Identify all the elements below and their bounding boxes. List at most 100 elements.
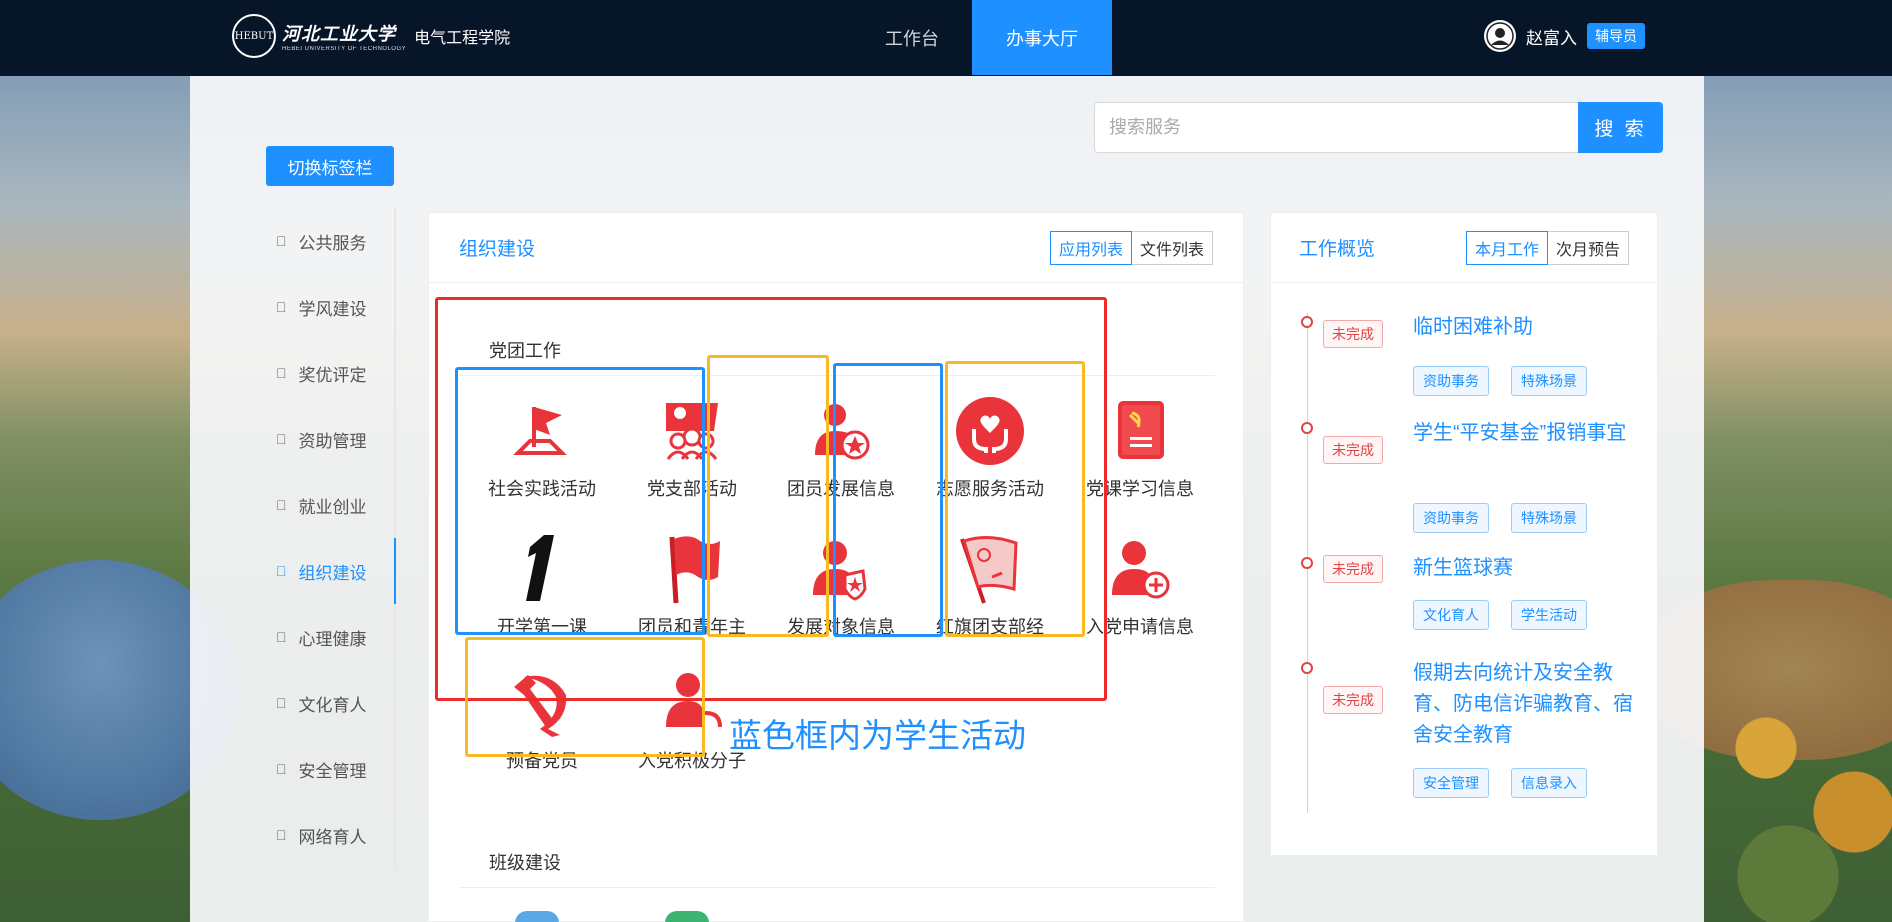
timeline-dot <box>1301 557 1313 569</box>
task-item[interactable]: 未完成 假期去向统计及安全教育、防电信诈骗教育、宿舍安全教育 安全管理 信息录入 <box>1301 658 1647 808</box>
search-button[interactable]: 搜 索 <box>1578 102 1663 153</box>
task-item[interactable]: 未完成 新生篮球赛 文化育人 学生活动 <box>1301 553 1647 633</box>
section-divider <box>459 375 1215 376</box>
sidebar-item-culture[interactable]: ︎文化育人 <box>266 670 396 736</box>
app-label: 入党申请信息 <box>1086 617 1194 637</box>
top-navbar: HEBUT 河北工业大学 HEBEI UNIVERSITY OF TECHNOL… <box>0 0 1892 76</box>
app-first-lesson[interactable]: 开学第一课 <box>467 531 617 661</box>
user-name: 赵富入 <box>1526 28 1577 48</box>
sidebar-item-study-style[interactable]: ︎学风建设 <box>266 274 396 340</box>
task-tag[interactable]: 特殊场景 <box>1511 366 1587 396</box>
task-title[interactable]: 学生“平安基金”报销事宜 <box>1413 418 1633 449</box>
card-header: 组织建设 应用列表 文件列表 <box>429 213 1243 283</box>
task-tag[interactable]: 资助事务 <box>1413 503 1489 533</box>
app-league-youth[interactable]: 团员和青年主 <box>617 531 767 661</box>
task-tag[interactable]: 特殊场景 <box>1511 503 1587 533</box>
sidebar-item-label: 网络育人 <box>288 827 367 847</box>
switch-tabbar-button[interactable]: 切换标签栏 <box>266 146 394 186</box>
app-party-application[interactable]: 入党申请信息 <box>1065 531 1215 661</box>
task-tag[interactable]: 信息录入 <box>1511 768 1587 798</box>
app-red-flag-branch[interactable]: 红旗团支部经 <box>915 531 1065 661</box>
app-label: 开学第一课 <box>497 617 587 637</box>
sidebar-item-network[interactable]: ︎网络育人 <box>266 802 396 868</box>
status-badge: 未完成 <box>1323 436 1383 464</box>
apple-icon: ︎ <box>276 629 287 645</box>
apple-icon: ︎ <box>276 431 287 447</box>
apple-icon: ︎ <box>276 761 287 777</box>
number-one-icon <box>526 535 554 601</box>
apple-icon: ︎ <box>276 563 287 579</box>
task-title[interactable]: 临时困难补助 <box>1413 312 1633 343</box>
red-flag-icon <box>669 536 720 604</box>
sidebar-item-organization[interactable]: ︎组织建设 <box>266 538 396 604</box>
sidebar-item-financial-aid[interactable]: ︎资助管理 <box>266 406 396 472</box>
sidebar-item-label: 组织建设 <box>288 563 367 583</box>
app-volunteer-service[interactable]: 志愿服务活动 <box>915 393 1065 523</box>
tab-file-list[interactable]: 文件列表 <box>1131 230 1213 265</box>
task-tag[interactable]: 安全管理 <box>1413 768 1489 798</box>
work-overview-card: 工作概览 本月工作 次月预告 未完成 临时困难补助 资助事务 特殊场景 未完成 … <box>1270 212 1658 856</box>
school-seal-icon: HEBUT <box>232 14 276 58</box>
status-badge: 未完成 <box>1323 555 1383 583</box>
user-info[interactable]: 赵富入 辅导员 <box>1484 20 1645 52</box>
apple-icon: ︎ <box>276 497 287 513</box>
tab-this-month[interactable]: 本月工作 <box>1465 230 1548 265</box>
task-title[interactable]: 假期去向统计及安全教育、防电信诈骗教育、宿舍安全教育 <box>1413 658 1633 751</box>
app-label: 党支部活动 <box>647 479 737 499</box>
section-divider <box>459 887 1215 888</box>
search-bar: 搜 索 <box>1094 102 1663 153</box>
overview-toggle: 本月工作 次月预告 <box>1465 230 1629 265</box>
nav-tab-workbench[interactable]: 工作台 <box>842 0 982 75</box>
organization-card: 组织建设 应用列表 文件列表 党团工作 社会实践活动 党支部活动 团员发展信息 … <box>428 212 1244 922</box>
sidebar-item-safety[interactable]: ︎安全管理 <box>266 736 396 802</box>
user-role-badge: 辅导员 <box>1587 23 1645 49</box>
sidebar-item-awards[interactable]: ︎奖优评定 <box>266 340 396 406</box>
app-probationary-member[interactable]: 预备党员 <box>467 665 617 795</box>
task-tag[interactable]: 资助事务 <box>1413 366 1489 396</box>
app-label: 发展对象信息 <box>787 617 895 637</box>
sidebar-item-employment[interactable]: ︎就业创业 <box>266 472 396 538</box>
app-label: 团员和青年主 <box>638 617 746 637</box>
apple-icon: ︎ <box>276 299 287 315</box>
task-title[interactable]: 新生篮球赛 <box>1413 553 1633 584</box>
status-badge: 未完成 <box>1323 686 1383 714</box>
school-logo[interactable]: HEBUT 河北工业大学 HEBEI UNIVERSITY OF TECHNOL… <box>232 14 510 58</box>
app-label: 志愿服务活动 <box>936 479 1044 499</box>
avatar[interactable] <box>1484 20 1516 52</box>
app-development-target[interactable]: 发展对象信息 <box>766 531 916 661</box>
volunteer-heart-icon <box>956 397 1024 465</box>
sidebar-item-public-service[interactable]: ︎公共服务 <box>266 208 396 274</box>
search-input[interactable] <box>1094 102 1578 153</box>
member-shield-icon <box>813 541 867 601</box>
task-item[interactable]: 未完成 学生“平安基金”报销事宜 资助事务 特殊场景 <box>1301 418 1647 533</box>
red-banner-icon <box>960 536 1018 604</box>
sidebar-item-label: 文化育人 <box>288 695 367 715</box>
app-league-member-development[interactable]: 团员发展信息 <box>766 393 916 523</box>
partial-app-icon <box>515 911 559 922</box>
tab-next-month[interactable]: 次月预告 <box>1547 230 1629 265</box>
group-flag-icon <box>666 403 718 460</box>
member-return-icon <box>666 673 722 728</box>
timeline-dot <box>1301 422 1313 434</box>
sidebar-item-label: 奖优评定 <box>288 365 367 385</box>
sidebar-item-label: 学风建设 <box>288 299 367 319</box>
user-avatar-icon <box>1486 22 1514 50</box>
partial-app-icon <box>665 911 709 922</box>
member-star-icon <box>815 404 870 460</box>
task-tag[interactable]: 文化育人 <box>1413 600 1489 630</box>
task-tag[interactable]: 学生活动 <box>1511 600 1587 630</box>
sidebar: ︎公共服务 ︎学风建设 ︎奖优评定 ︎资助管理 ︎就业创业 ︎组织建… <box>266 208 396 868</box>
app-party-class-study[interactable]: 党课学习信息 <box>1065 393 1215 523</box>
sidebar-item-mental-health[interactable]: ︎心理健康 <box>266 604 396 670</box>
main-panel: 搜 索 切换标签栏 ︎公共服务 ︎学风建设 ︎奖优评定 ︎资助管理 ︎… <box>190 76 1704 922</box>
app-label: 团员发展信息 <box>787 479 895 499</box>
nav-tab-service-hall[interactable]: 办事大厅 <box>972 0 1112 75</box>
sidebar-item-label: 公共服务 <box>288 233 367 253</box>
sidebar-item-label: 安全管理 <box>288 761 367 781</box>
app-social-practice[interactable]: 社会实践活动 <box>467 393 617 523</box>
task-item[interactable]: 未完成 临时困难补助 资助事务 特殊场景 <box>1301 312 1647 396</box>
status-badge: 未完成 <box>1323 320 1383 348</box>
app-party-branch[interactable]: 党支部活动 <box>617 393 767 523</box>
app-label: 预备党员 <box>506 751 578 771</box>
tab-app-list[interactable]: 应用列表 <box>1049 230 1132 265</box>
